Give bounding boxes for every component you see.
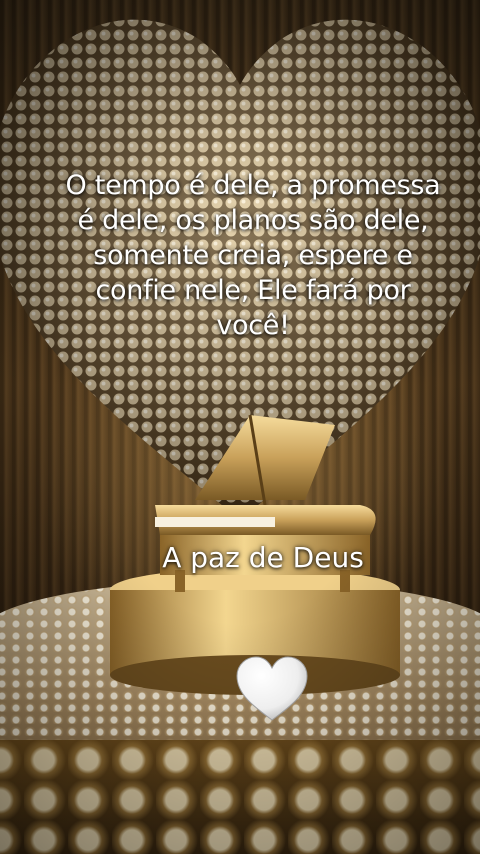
gold-flower-border: [0, 740, 480, 854]
quote-text: O tempo é dele, a promessa é dele, os pl…: [65, 170, 441, 341]
signature-text: A paz de Deus: [162, 541, 364, 574]
background-scene: [0, 0, 480, 854]
white-heart-icon: [236, 656, 308, 721]
